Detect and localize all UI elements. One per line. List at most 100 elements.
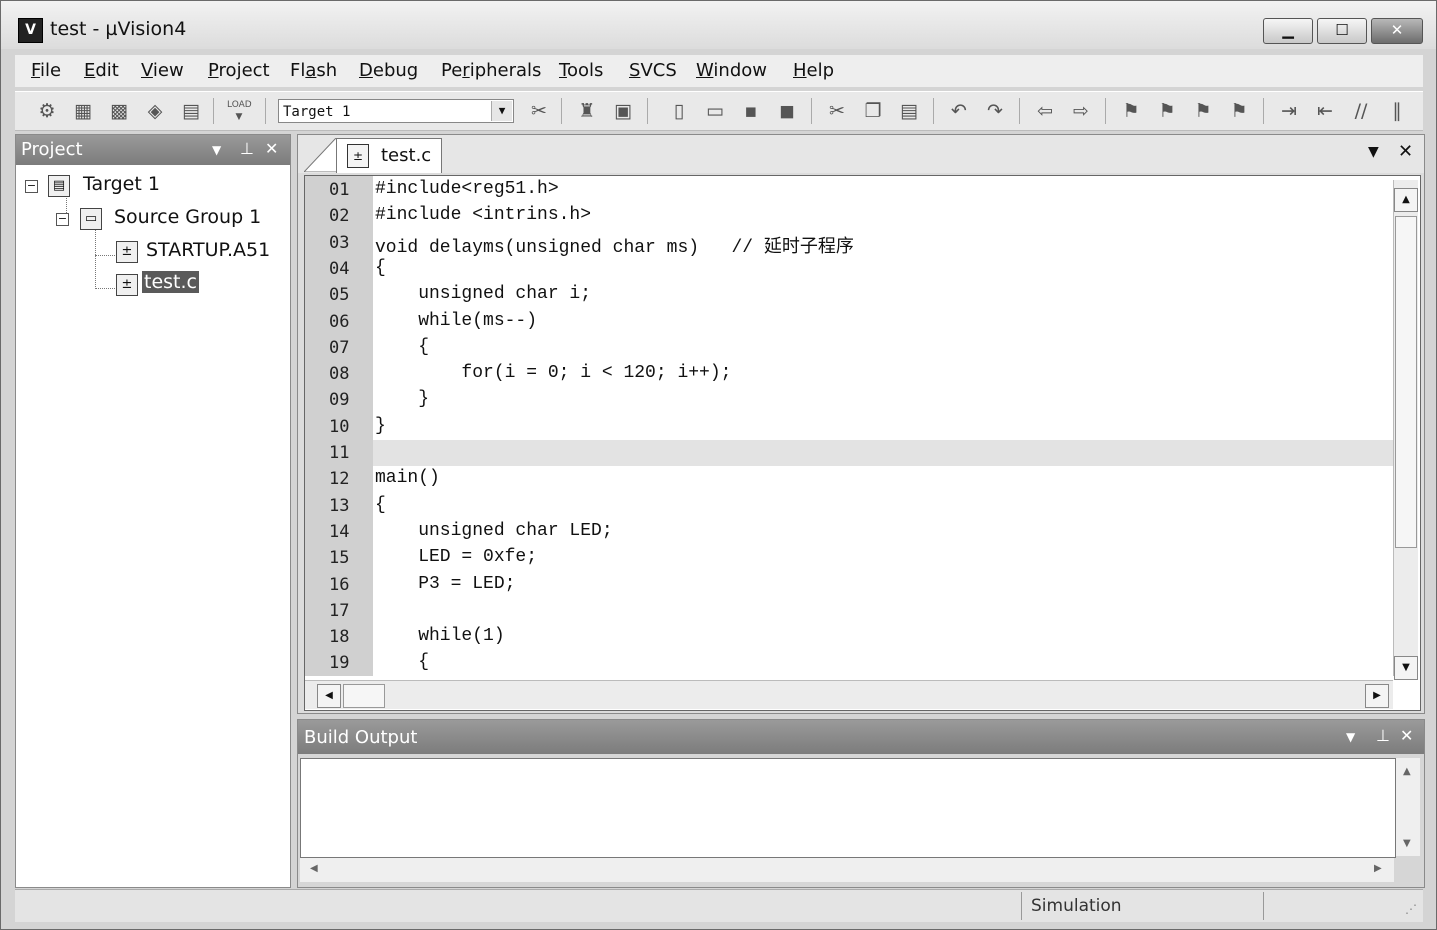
target-select[interactable]: Target 1 ▼ (278, 99, 514, 123)
scroll-thumb[interactable] (343, 684, 385, 708)
insert-bookmark-icon[interactable]: ⚑ (1119, 99, 1143, 123)
unindent-icon[interactable]: ⇤ (1313, 99, 1337, 123)
menu-file[interactable]: File (31, 60, 61, 81)
batch-build-icon[interactable]: ◈ (143, 99, 167, 123)
chevron-down-icon[interactable]: ▼ (491, 101, 512, 121)
horizontal-scrollbar[interactable]: ◀ ▶ (300, 858, 1394, 882)
code-line: } (375, 389, 430, 410)
line-number: 05 (329, 285, 350, 306)
comment-icon[interactable]: // (1349, 99, 1373, 123)
stop-build-icon[interactable]: ▤ (179, 99, 203, 123)
redo-icon[interactable]: ↷ (983, 99, 1007, 123)
toolbar-separator (1019, 98, 1020, 124)
line-number: 06 (329, 311, 350, 332)
tab-testc[interactable]: ± test.c (336, 138, 442, 173)
build-icon[interactable]: ▦ (71, 99, 95, 123)
minimize-button[interactable]: ▁ (1263, 18, 1313, 44)
panel-close-icon[interactable]: ✕ (265, 139, 278, 158)
scroll-up-icon[interactable]: ▲ (1394, 188, 1418, 212)
menu-edit[interactable]: Edit (84, 60, 119, 81)
tree-item-source-group[interactable]: Source Group 1 (114, 206, 261, 228)
chevron-down-icon[interactable]: ▼ (1368, 144, 1379, 160)
next-bookmark-icon[interactable]: ⚑ (1191, 99, 1215, 123)
navigate-back-icon[interactable]: ⇦ (1033, 99, 1057, 123)
download-icon[interactable]: LOAD ▼ (227, 99, 252, 123)
pin-icon[interactable]: ⊥ (240, 139, 254, 158)
line-number-gutter: 01 02 03 04 05 06 07 08 09 10 11 12 13 14 15 16 17 18 19 (305, 176, 373, 676)
copy-icon[interactable]: ❐ (861, 99, 885, 123)
line-number: 19 (329, 653, 350, 674)
code-line: P3 = LED; (375, 573, 516, 594)
uvision-app-icon[interactable]: V (18, 18, 43, 43)
scroll-left-icon[interactable]: ◀ (317, 684, 341, 708)
line-number: 07 (329, 337, 350, 358)
scroll-up-icon[interactable]: ▲ (1403, 766, 1411, 777)
scroll-right-icon[interactable]: ▶ (1374, 863, 1382, 874)
tree-item-target[interactable]: Target 1 (83, 173, 160, 195)
cut-icon[interactable]: ✂ (825, 99, 849, 123)
menu-debug[interactable]: Debug (359, 60, 418, 81)
vertical-scrollbar[interactable]: ▲ ▼ (1393, 180, 1418, 680)
vertical-scrollbar[interactable]: ▲ ▼ (1396, 758, 1420, 856)
close-button[interactable]: ✕ (1371, 18, 1423, 44)
indent-icon[interactable]: ⇥ (1277, 99, 1301, 123)
scroll-down-icon[interactable]: ▼ (1394, 656, 1418, 680)
target-options-icon[interactable]: ✂ (527, 99, 551, 123)
clear-bookmarks-icon[interactable]: ⚑ (1227, 99, 1251, 123)
open-file-icon[interactable]: ▭ (703, 99, 727, 123)
project-panel: Project ▼ ⊥ ✕ − ▤ Target 1 − ▭ Source Gr… (15, 134, 291, 888)
menu-tools[interactable]: Tools (559, 60, 603, 81)
save-icon[interactable]: ▪ (739, 99, 763, 123)
scroll-thumb[interactable] (1395, 216, 1417, 548)
line-number: 09 (329, 390, 350, 411)
menu-flash[interactable]: Flash (290, 60, 337, 81)
build-output-text[interactable] (300, 758, 1396, 858)
paste-icon[interactable]: ▤ (897, 99, 921, 123)
select-packs-icon[interactable]: ▣ (611, 99, 635, 123)
menu-help[interactable]: Help (793, 60, 834, 81)
maximize-icon: ☐ (1335, 21, 1349, 39)
tree-item-startup[interactable]: STARTUP.A51 (146, 239, 270, 261)
panel-close-icon[interactable]: ✕ (1400, 726, 1413, 745)
menu-project[interactable]: Project (208, 60, 270, 81)
close-tab-icon[interactable]: ✕ (1398, 141, 1413, 162)
editor-area: ± test.c ▼ ✕ 01 02 03 04 05 06 07 08 09 10 11 12 13 1… (297, 134, 1425, 714)
save-all-icon[interactable]: ◼ (775, 99, 799, 123)
tree-line (95, 288, 115, 289)
pin-icon[interactable]: ⊥ (1376, 726, 1390, 745)
uncomment-icon[interactable]: ∥ (1385, 99, 1409, 123)
scroll-left-icon[interactable]: ◀ (310, 863, 318, 874)
target-select-value: Target 1 (283, 104, 351, 120)
line-number: 14 (329, 521, 350, 542)
line-number: 08 (329, 364, 350, 385)
tree-collapse-toggle[interactable]: − (56, 213, 69, 226)
code-editor[interactable]: 01 02 03 04 05 06 07 08 09 10 11 12 13 14 15 16 17 18 19 #… (304, 175, 1421, 711)
tree-collapse-toggle[interactable]: − (25, 180, 38, 193)
line-number: 12 (329, 469, 350, 490)
translate-icon[interactable]: ⚙ (35, 99, 59, 123)
undo-icon[interactable]: ↶ (947, 99, 971, 123)
file-icon: ± (347, 144, 369, 168)
previous-bookmark-icon[interactable]: ⚑ (1155, 99, 1179, 123)
panel-menu-icon[interactable]: ▼ (212, 143, 221, 157)
menu-peripherals[interactable]: Peripherals (441, 60, 541, 81)
navigate-forward-icon[interactable]: ⇨ (1069, 99, 1093, 123)
code-line: for(i = 0; i < 120; i++); (375, 363, 732, 384)
menu-svcs[interactable]: SVCS (629, 60, 677, 81)
scroll-down-icon[interactable]: ▼ (1403, 838, 1411, 849)
code-line: } (375, 415, 386, 436)
horizontal-scrollbar[interactable]: ◀ ▶ (305, 680, 1393, 709)
maximize-button[interactable]: ☐ (1317, 18, 1367, 44)
panel-menu-icon[interactable]: ▼ (1346, 730, 1355, 744)
tree-item-testc[interactable]: test.c (142, 271, 199, 293)
code-line: while(ms--) (375, 310, 538, 331)
code-line: { (375, 494, 386, 515)
new-file-icon[interactable]: ▯ (667, 99, 691, 123)
resize-grip-icon[interactable]: ⋰ (1405, 902, 1417, 916)
menu-window[interactable]: Window (696, 60, 767, 81)
rebuild-icon[interactable]: ▩ (107, 99, 131, 123)
line-number: 16 (329, 574, 350, 595)
menu-view[interactable]: View (141, 60, 184, 81)
manage-components-icon[interactable]: ♜ (575, 99, 599, 123)
scroll-right-icon[interactable]: ▶ (1365, 684, 1389, 708)
